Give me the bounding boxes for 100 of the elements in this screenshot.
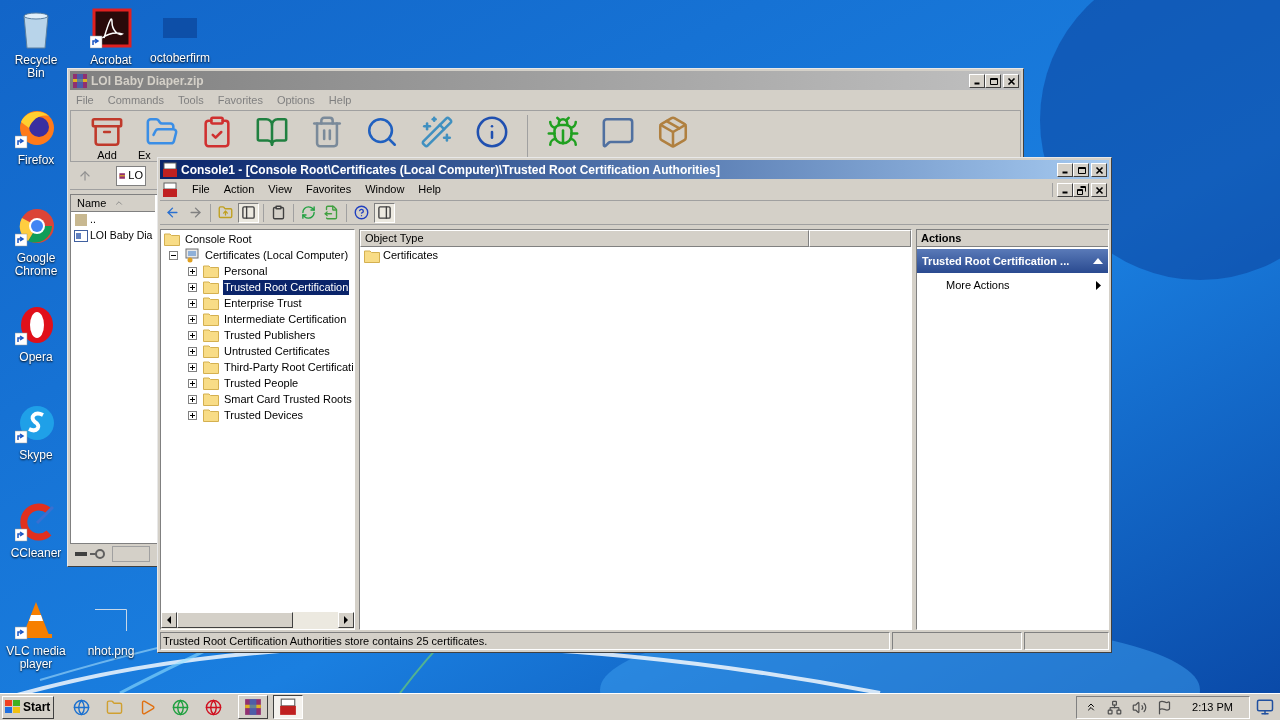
desktop-icon-label[interactable]: octoberfirm (150, 52, 210, 65)
toolbar-button[interactable] (374, 202, 395, 223)
flag-icon[interactable] (1157, 699, 1173, 715)
toolbar-button[interactable]: Add (87, 115, 127, 161)
tree-item[interactable]: Trusted Publishers (223, 327, 317, 343)
info-icon (475, 115, 509, 149)
desktop-icon-label[interactable]: Opera (19, 351, 53, 364)
tree-item[interactable]: Personal (223, 263, 269, 279)
taskbar-icon[interactable] (72, 698, 90, 716)
file-icon (163, 18, 197, 38)
tree-item[interactable]: Certificates (Local Computer) (204, 247, 350, 263)
close-button[interactable] (1091, 162, 1107, 177)
tree-item[interactable]: Trusted Root Certification (223, 279, 350, 295)
file-icon (95, 609, 127, 631)
window-title: Console1 - [Console Root\Certificates (Local Computer)\Trusted Root Certification Authorities] (181, 161, 721, 179)
desktop-icon-label[interactable]: Recycle Bin (6, 54, 66, 80)
desktop-icon-label[interactable]: Firefox (17, 154, 55, 167)
browser-icon (15, 206, 57, 248)
minimize-button[interactable] (1057, 182, 1073, 197)
desktop-icon-label[interactable]: Skype (19, 449, 53, 462)
maximize-button[interactable] (1073, 162, 1089, 177)
windows-logo-icon (5, 700, 21, 714)
right-arrow-icon[interactable] (343, 616, 349, 624)
horizontal-scrollbar[interactable] (161, 612, 354, 629)
status-bar: Trusted Root Certification Authorities store contains 25 certificates. (160, 632, 890, 650)
close-button[interactable] (1091, 182, 1107, 197)
export-icon (324, 205, 339, 220)
list-item[interactable]: Certificates (383, 247, 439, 264)
tree-item[interactable]: Untrusted Certificates (223, 343, 331, 359)
file-name[interactable]: .. (90, 212, 96, 228)
left-arrow-icon[interactable] (166, 616, 172, 624)
folder-icon (203, 376, 219, 390)
tree-item[interactable]: Trusted Devices (223, 407, 305, 423)
menu-item[interactable]: Window (365, 181, 405, 198)
collapse-toggle[interactable] (169, 250, 178, 260)
folder-up-icon (74, 213, 88, 227)
tree-item[interactable]: Enterprise Trust (223, 295, 303, 311)
cleaner-app-icon (15, 501, 57, 543)
taskbar-icon[interactable] (204, 698, 222, 716)
column-header[interactable] (809, 230, 911, 247)
expand-toggle[interactable] (188, 378, 197, 388)
folder-icon (203, 312, 219, 326)
expand-toggle[interactable] (188, 314, 197, 324)
minimize-icon (1062, 171, 1068, 174)
close-button[interactable] (1003, 73, 1019, 88)
column-header[interactable]: Name (71, 195, 155, 212)
restore-button[interactable] (1073, 182, 1089, 197)
tree-item[interactable]: Console Root (184, 231, 253, 247)
expand-toggle[interactable] (188, 282, 197, 292)
file-name[interactable]: LOI Baby Dia (90, 228, 153, 244)
column-header[interactable]: Object Type (360, 230, 809, 247)
volume-icon[interactable] (1132, 699, 1148, 715)
expand-toggle[interactable] (188, 266, 197, 276)
minimize-button[interactable] (1057, 162, 1073, 177)
folder-icon (203, 408, 219, 422)
desktop-icon-label[interactable]: nhot.png (87, 645, 135, 658)
minimize-button[interactable] (969, 73, 985, 88)
restore-icon (1075, 184, 1087, 195)
scrollbar-thumb[interactable] (177, 612, 293, 628)
desktop-icon-label[interactable]: VLC media player (6, 645, 66, 671)
folder-up-icon (218, 205, 233, 220)
menu-item[interactable]: Action (223, 181, 255, 198)
taskbar-app-button[interactable] (273, 695, 303, 719)
computer-certificate-icon (184, 247, 200, 263)
document-app-icon (90, 8, 132, 50)
desktop-icon-label[interactable]: Acrobat (90, 54, 132, 67)
expand-toggle[interactable] (188, 394, 197, 404)
desktop-icon-label[interactable]: Google Chrome (6, 252, 66, 278)
menu-item[interactable]: File (192, 181, 210, 198)
network-icon[interactable] (1107, 699, 1123, 715)
book-icon (255, 115, 289, 149)
folder-icon (105, 698, 123, 716)
menu-item[interactable]: View (268, 181, 292, 198)
actions-section-header[interactable]: Trusted Root Certification ... (917, 249, 1108, 273)
tree-item[interactable]: Intermediate Certification (223, 311, 348, 327)
expand-toggle[interactable] (188, 362, 197, 372)
browser-icon (15, 108, 57, 150)
expand-toggle[interactable] (188, 410, 197, 420)
close-icon (1093, 164, 1105, 175)
tree-item[interactable]: Third-Party Root Certificati (223, 359, 354, 375)
show-desktop-icon[interactable] (1256, 698, 1274, 716)
expand-toggle[interactable] (188, 330, 197, 340)
desktop-icon-label[interactable]: CCleaner (10, 547, 62, 560)
toolbox-icon[interactable] (162, 181, 178, 198)
toolbar-button[interactable] (238, 202, 259, 223)
expand-toggle[interactable] (188, 346, 197, 356)
expand-toggle[interactable] (188, 298, 197, 308)
maximize-icon (987, 75, 999, 86)
tree-item[interactable]: Trusted People (223, 375, 300, 391)
menu-item[interactable]: Help (418, 181, 441, 198)
clock[interactable]: 2:13 PM (1192, 698, 1233, 716)
close-icon (1005, 75, 1017, 86)
maximize-button[interactable] (985, 73, 1001, 88)
tree-item[interactable]: Smart Card Trusted Roots (223, 391, 353, 407)
folder-icon (203, 360, 219, 374)
menu-item[interactable]: Favorites (305, 181, 352, 198)
start-button[interactable]: Start (2, 695, 54, 719)
chat-app-icon (15, 403, 57, 445)
address-field[interactable]: LO (116, 165, 146, 186)
action-item[interactable]: More Actions (917, 273, 1108, 297)
